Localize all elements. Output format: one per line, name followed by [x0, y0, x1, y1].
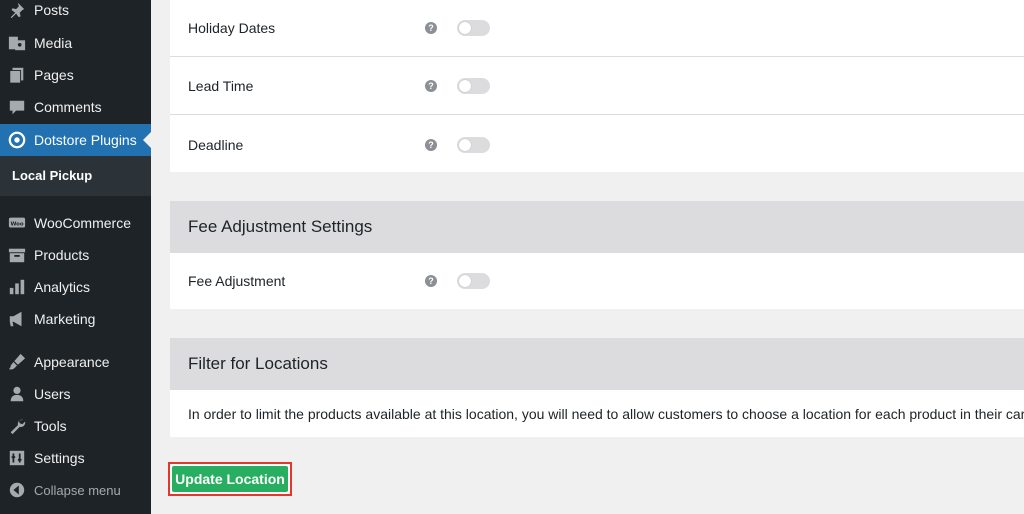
- users-icon: [8, 385, 26, 403]
- sidebar-item-label: Comments: [34, 99, 102, 115]
- sidebar-item-appearance[interactable]: Appearance: [0, 346, 151, 378]
- analytics-icon: [8, 278, 26, 296]
- help-icon[interactable]: ?: [425, 138, 437, 151]
- update-location-button[interactable]: Update Location: [172, 466, 288, 492]
- sidebar-item-label: Media: [34, 35, 73, 51]
- setting-label: Lead Time: [188, 78, 254, 94]
- holiday-dates-toggle[interactable]: [457, 20, 490, 36]
- fee-adjustment-section-header: Fee Adjustment Settings: [170, 201, 1024, 253]
- sidebar-item-dotstore-plugins[interactable]: Dotstore Plugins: [0, 124, 151, 156]
- sidebar-item-label: Analytics: [34, 279, 91, 295]
- megaphone-icon: [8, 310, 26, 328]
- sidebar-item-users[interactable]: Users: [0, 378, 151, 410]
- wrench-icon: [8, 417, 26, 435]
- sidebar-item-label: Posts: [34, 2, 70, 18]
- sidebar-item-label: Dotstore Plugins: [34, 132, 137, 148]
- lead-time-toggle[interactable]: [457, 78, 490, 94]
- sidebar-item-label: Pages: [34, 67, 74, 83]
- sidebar-item-label: WooCommerce: [34, 215, 131, 231]
- pin-icon: [8, 1, 26, 19]
- sidebar-item-label: Appearance: [34, 354, 110, 370]
- sidebar-item-label: Tools: [34, 418, 67, 434]
- setting-row-lead-time: Lead Time ?: [170, 58, 1024, 115]
- deadline-toggle[interactable]: [457, 136, 490, 153]
- brush-icon: [8, 353, 26, 371]
- toggle-knob: [459, 275, 471, 287]
- sidebar-item-label: Marketing: [34, 311, 96, 327]
- sidebar-item-marketing[interactable]: Marketing: [0, 303, 151, 335]
- sidebar-item-label: Settings: [34, 450, 85, 466]
- settings-icon: [8, 449, 26, 467]
- media-icon: [8, 34, 26, 52]
- pages-icon: [8, 66, 26, 84]
- collapse-arrow-icon: [8, 481, 26, 499]
- sidebar-item-products[interactable]: Products: [0, 239, 151, 271]
- svg-text:Woo: Woo: [10, 221, 23, 227]
- toggle-knob: [459, 80, 471, 92]
- dotstore-icon: [8, 131, 26, 149]
- filter-locations-section-header: Filter for Locations: [170, 338, 1024, 390]
- sidebar-item-posts[interactable]: Posts: [0, 0, 151, 26]
- sidebar-item-label: Products: [34, 247, 90, 263]
- setting-label: Holiday Dates: [188, 20, 276, 36]
- sidebar-item-analytics[interactable]: Analytics: [0, 271, 151, 303]
- submenu-item-local-pickup[interactable]: Local Pickup: [12, 168, 92, 183]
- toggle-knob: [459, 22, 471, 34]
- sidebar-item-media[interactable]: Media: [0, 27, 151, 59]
- help-icon[interactable]: ?: [425, 275, 437, 287]
- active-indicator-arrow: [143, 132, 151, 148]
- sidebar-item-settings[interactable]: Settings: [0, 442, 151, 474]
- products-icon: [8, 246, 26, 264]
- general-settings-panel: Holiday Dates ? Lead Time ? Deadline ?: [170, 0, 1024, 172]
- sidebar-item-comments[interactable]: Comments: [0, 91, 151, 123]
- sidebar-item-label: Users: [34, 386, 71, 402]
- sidebar-item-woocommerce[interactable]: Woo WooCommerce: [0, 207, 151, 239]
- fee-adjustment-panel: Fee Adjustment ?: [170, 253, 1024, 309]
- fee-adjustment-toggle[interactable]: [457, 273, 490, 289]
- setting-row-holiday-dates: Holiday Dates ?: [170, 0, 1024, 57]
- update-button-highlight: Update Location: [168, 462, 292, 496]
- setting-label: Fee Adjustment: [188, 273, 286, 289]
- filter-locations-panel: In order to limit the products available…: [170, 390, 1024, 437]
- dotstore-submenu: Local Pickup: [0, 156, 151, 196]
- setting-label: Deadline: [188, 136, 244, 153]
- section-title: Filter for Locations: [188, 354, 328, 373]
- filter-description: In order to limit the products available…: [188, 405, 1024, 422]
- help-icon[interactable]: ?: [425, 80, 437, 92]
- sidebar-item-pages[interactable]: Pages: [0, 59, 151, 91]
- sidebar-item-tools[interactable]: Tools: [0, 410, 151, 442]
- admin-sidebar: Posts Media Pages Comments Dotstore Plug…: [0, 0, 151, 514]
- collapse-menu-button[interactable]: Collapse menu: [0, 474, 151, 506]
- comments-icon: [8, 98, 26, 116]
- help-icon[interactable]: ?: [425, 22, 437, 34]
- setting-row-deadline: Deadline ?: [170, 116, 1024, 173]
- woocommerce-icon: Woo: [8, 214, 26, 232]
- toggle-knob: [459, 138, 471, 151]
- setting-row-fee-adjustment: Fee Adjustment ?: [170, 253, 1024, 309]
- collapse-menu-label: Collapse menu: [34, 482, 121, 498]
- section-title: Fee Adjustment Settings: [188, 217, 373, 236]
